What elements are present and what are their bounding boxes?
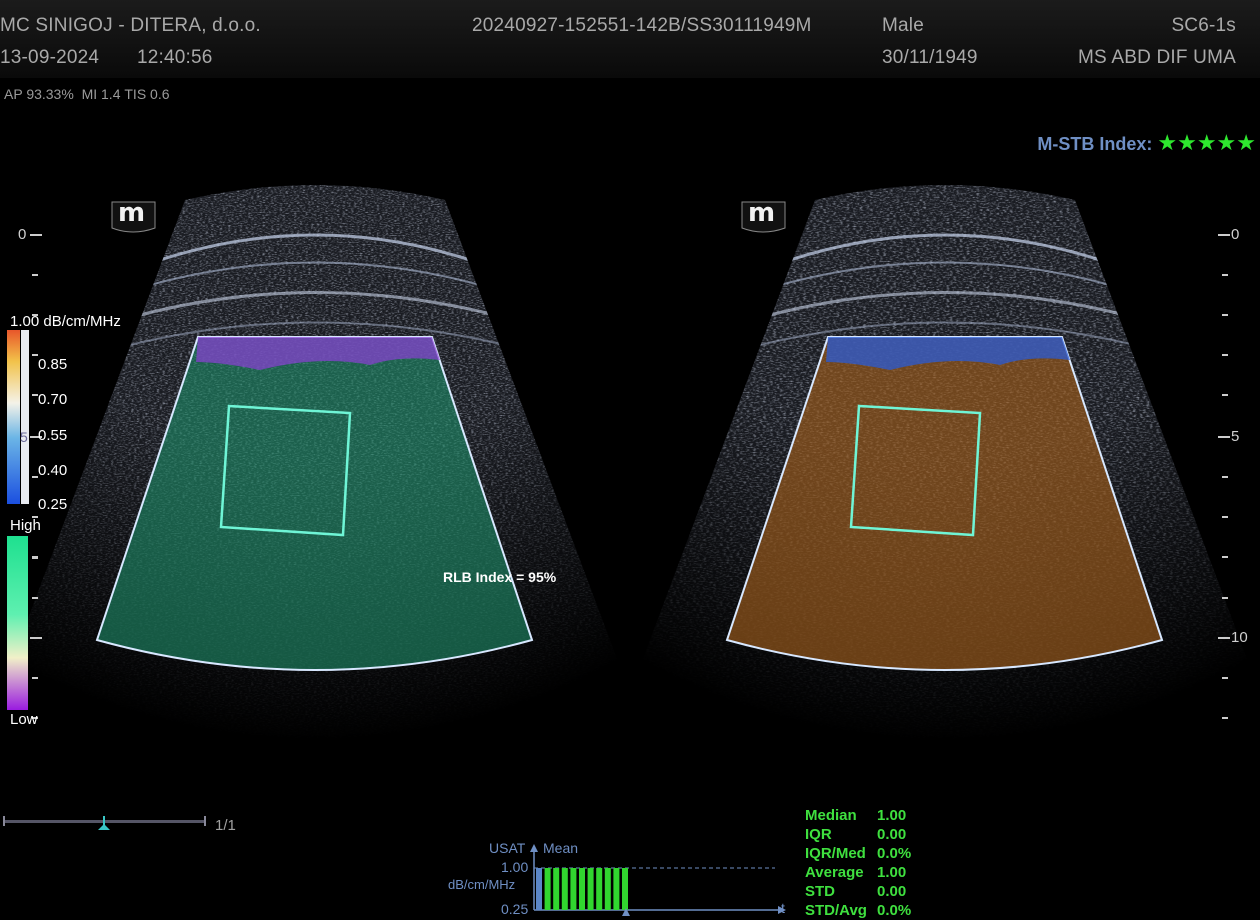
usat-unit: dB/cm/MHz bbox=[448, 877, 516, 892]
cine-frame-counter: 1/1 bbox=[215, 817, 236, 834]
usat-bar-4 bbox=[570, 868, 577, 910]
usat-mean-label: Mean bbox=[543, 840, 579, 856]
stat-value-iqr: 0.00 bbox=[877, 826, 907, 843]
cine-slider[interactable] bbox=[3, 816, 206, 830]
left-bmode-image bbox=[0, 170, 650, 810]
stat-label-median: Median bbox=[805, 807, 857, 824]
usat-bar-6 bbox=[587, 868, 594, 910]
quality-colorbar bbox=[7, 536, 28, 710]
usat-bar-0 bbox=[536, 868, 542, 910]
usat-bottom-value: 0.25 bbox=[501, 901, 529, 917]
usat-bar-7 bbox=[596, 868, 603, 910]
right-bmode-image bbox=[620, 170, 1260, 810]
quality-high-label: High bbox=[10, 517, 41, 534]
right-logo-letter: m bbox=[748, 198, 776, 228]
stat-label-average: Average bbox=[805, 864, 864, 881]
usat-bar-1 bbox=[544, 868, 551, 910]
attenuation-tick-040: 0.40 bbox=[38, 462, 68, 479]
right-depth-label-5: 5 bbox=[1231, 428, 1240, 445]
right-depth-label-0: 0 bbox=[1231, 226, 1240, 243]
quality-low-label: Low bbox=[10, 711, 38, 728]
attenuation-tick-070: 0.70 bbox=[38, 391, 68, 408]
left-logo-letter: m bbox=[118, 198, 146, 228]
right-depth-label-10: 10 bbox=[1231, 629, 1248, 646]
usat-t-label: t bbox=[781, 900, 785, 916]
usat-bar-10 bbox=[622, 868, 628, 910]
stat-label-iqr: IQR bbox=[805, 826, 832, 843]
stat-label-std-avg: STD/Avg bbox=[805, 902, 867, 919]
left-depth-label-0: 0 bbox=[18, 226, 27, 243]
stat-label-iqr-med: IQR/Med bbox=[805, 845, 866, 862]
usat-top-value: 1.00 bbox=[501, 859, 529, 875]
ultrasound-canvas bbox=[0, 170, 1260, 916]
stat-value-median: 1.00 bbox=[877, 807, 907, 824]
usat-bar-8 bbox=[604, 868, 611, 910]
stat-label-std: STD bbox=[805, 883, 835, 900]
stat-value-average: 1.00 bbox=[877, 864, 907, 881]
attenuation-overlap-mark: 5 bbox=[20, 429, 28, 445]
stat-value-std: 0.00 bbox=[877, 883, 907, 900]
attenuation-tick-085: 0.85 bbox=[38, 356, 68, 373]
usat-bar-3 bbox=[561, 868, 568, 910]
stat-value-std-avg: 0.0% bbox=[877, 902, 912, 919]
usat-bars bbox=[536, 868, 628, 910]
attenuation-unit-label: 1.00 dB/cm/MHz bbox=[10, 313, 121, 330]
attenuation-colorbar bbox=[7, 330, 20, 504]
rlb-index: RLB Index = 95% bbox=[443, 569, 557, 585]
usat-bar-9 bbox=[613, 868, 620, 910]
usat-bar-5 bbox=[579, 868, 585, 910]
stat-value-iqr-med: 0.0% bbox=[877, 845, 912, 862]
attenuation-tick-025: 0.25 bbox=[38, 496, 68, 513]
usat-title: USAT bbox=[489, 840, 526, 856]
usat-bar-2 bbox=[553, 868, 560, 910]
attenuation-tick-055: 0.55 bbox=[38, 427, 68, 444]
